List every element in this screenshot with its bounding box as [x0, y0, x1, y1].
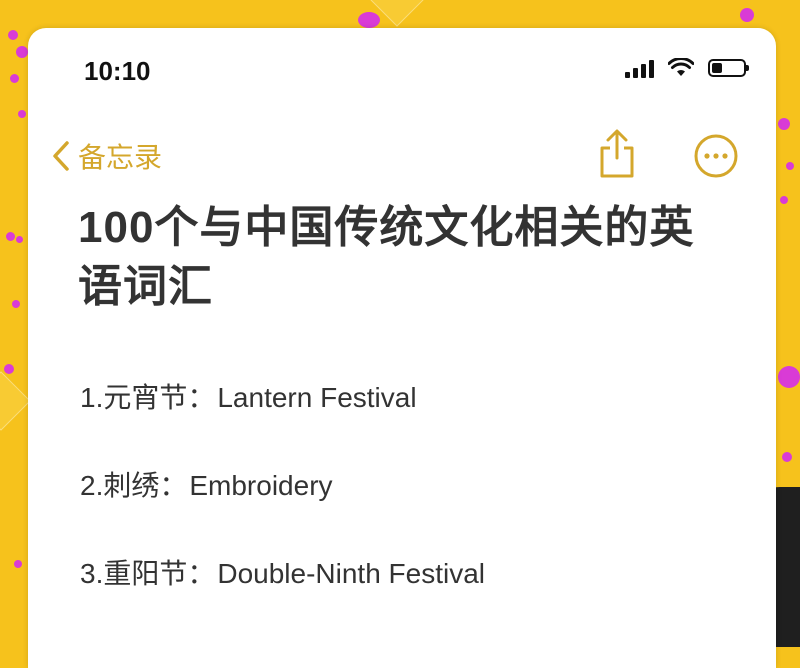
status-bar: 10:10 [28, 28, 776, 118]
note-items: 1.元宵节：Lantern Festival 2.刺绣：Embroidery 3… [80, 378, 740, 642]
battery-icon [708, 59, 749, 77]
note-item: 1.元宵节：Lantern Festival [80, 378, 740, 466]
note-title: 100个与中国传统文化相关的英语词汇 [78, 203, 695, 312]
back-button[interactable]: 备忘录 [52, 136, 162, 176]
decor-dot [358, 12, 380, 28]
item-english: Double-Ninth Festival [217, 558, 486, 589]
decor-dot [4, 364, 14, 374]
decor-dot [778, 366, 800, 388]
status-time: 10:10 [84, 56, 151, 86]
phone-screen: 10:10 备忘录 100个与中国传统文化相关的英语词汇 1.元宵节：Lante… [28, 28, 776, 668]
decor-diamond [0, 371, 31, 431]
decor-dot [16, 236, 23, 243]
item-english: Lantern Festival [217, 382, 417, 413]
decor-dot [782, 452, 792, 462]
decor-dot [12, 300, 20, 308]
decor-dot [6, 232, 15, 241]
share-icon[interactable] [594, 128, 640, 180]
status-icons [625, 58, 749, 78]
decor-dot [8, 30, 18, 40]
back-label: 备忘录 [78, 142, 163, 173]
item-chinese: 3.重阳节： [80, 558, 216, 589]
decor-dot [14, 560, 22, 568]
decor-dot [740, 8, 754, 22]
decor-dot [18, 110, 26, 118]
wifi-icon [668, 58, 694, 76]
nav-bar: 备忘录 [28, 128, 776, 188]
decor-dot [786, 162, 794, 170]
cellular-signal-icon [625, 58, 654, 78]
decor-dot [780, 196, 788, 204]
item-chinese: 1.元宵节： [80, 382, 216, 413]
item-english: Embroidery [189, 470, 333, 501]
item-chinese: 2.刺绣： [80, 470, 188, 501]
note-item: 3.重阳节：Double-Ninth Festival [80, 554, 740, 642]
ellipsis-circle-icon[interactable] [692, 132, 740, 180]
chevron-left-icon [53, 141, 69, 171]
decor-dot [16, 46, 28, 58]
note-item: 2.刺绣：Embroidery [80, 466, 740, 554]
decor-dot [778, 118, 790, 130]
decor-dot [10, 74, 19, 83]
